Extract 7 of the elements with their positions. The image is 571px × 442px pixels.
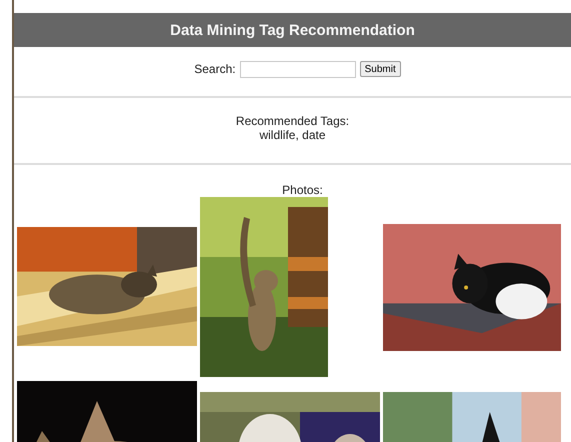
recommended-tags-label: Recommended Tags: xyxy=(236,114,350,128)
photos-label: Photos: xyxy=(282,183,323,197)
submit-button[interactable]: Submit xyxy=(360,61,401,77)
tag-list: wildlife, date xyxy=(259,128,326,142)
search-label: Search: xyxy=(194,62,236,76)
page-title: Data Mining Tag Recommendation xyxy=(170,22,415,38)
search-field[interactable] xyxy=(240,60,356,78)
